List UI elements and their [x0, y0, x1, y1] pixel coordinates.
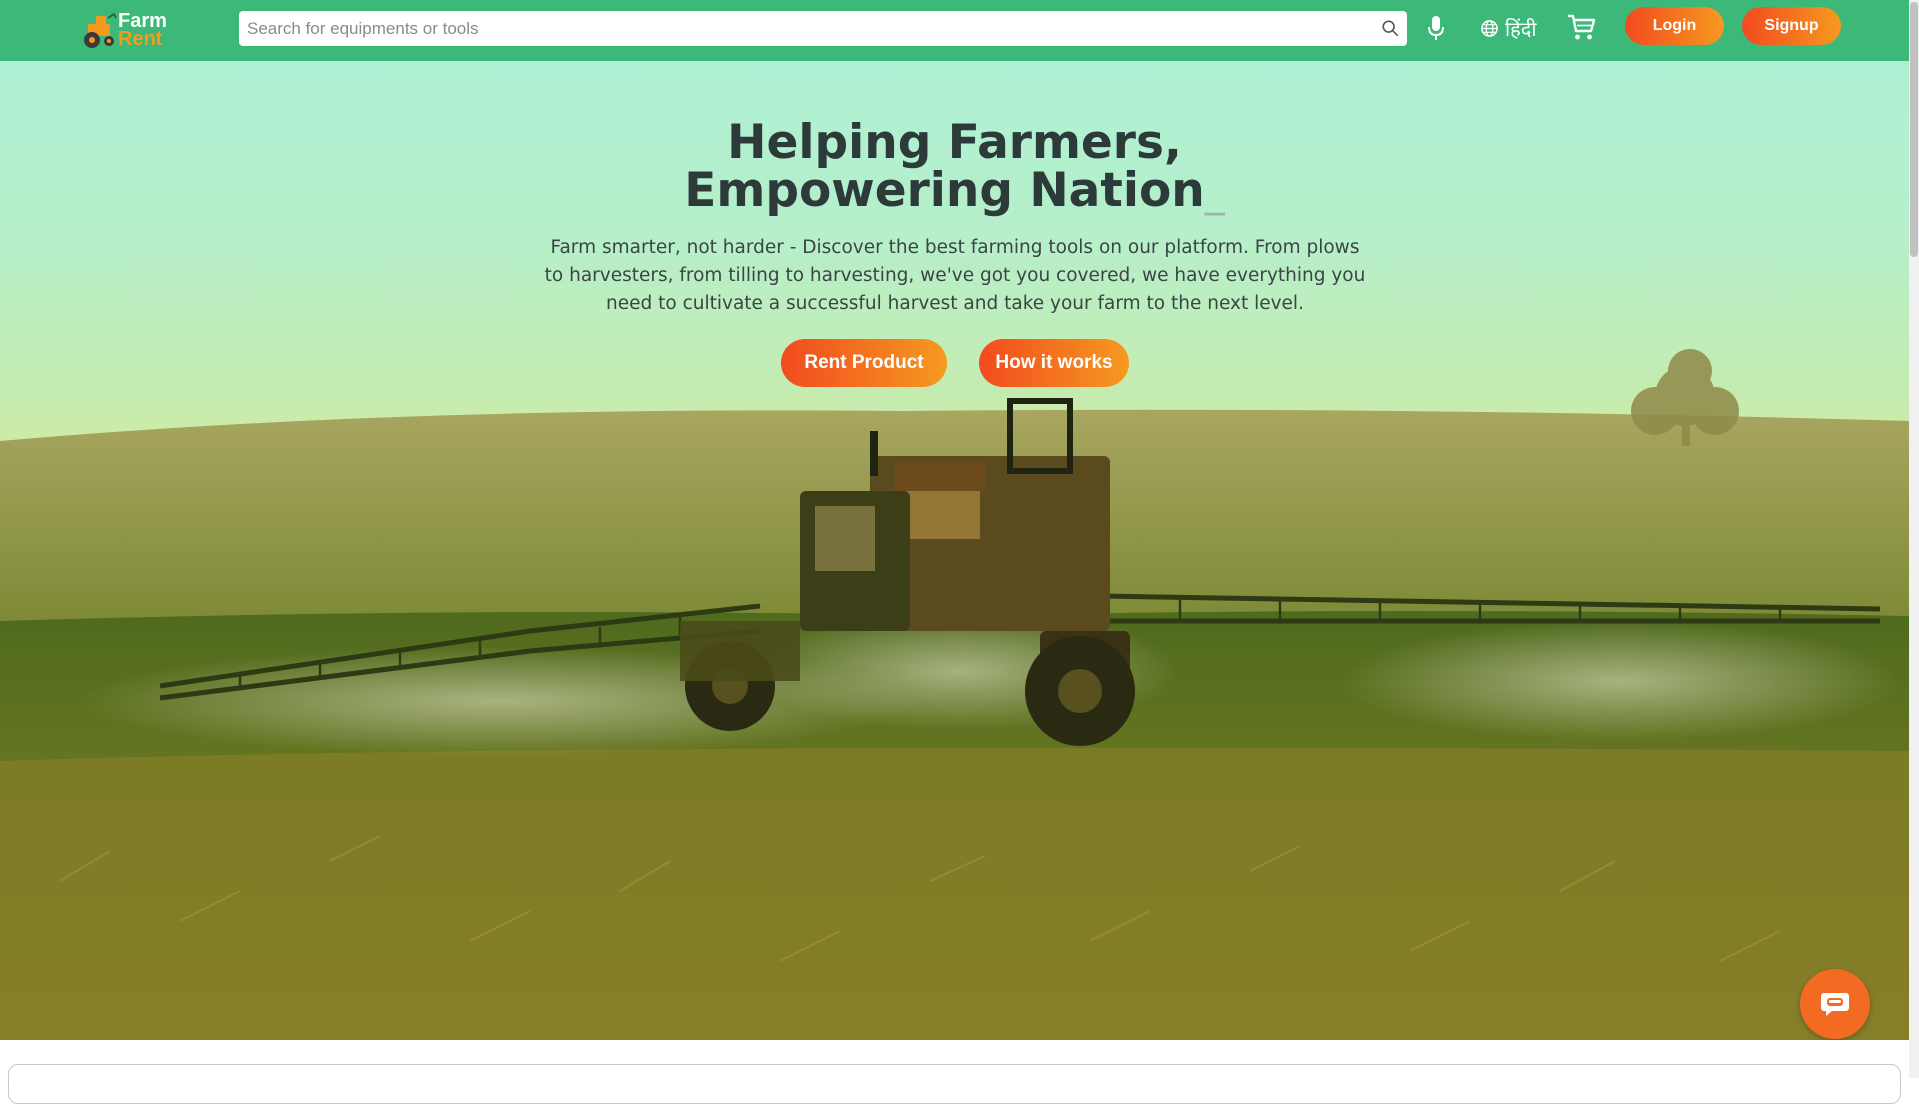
- language-switcher[interactable]: हिंदी: [1480, 14, 1537, 42]
- search-bar: [239, 11, 1407, 46]
- chat-icon: [1821, 993, 1849, 1016]
- search-icon[interactable]: [1381, 19, 1399, 37]
- hero-title: Helping Farmers, Empowering Nation_: [0, 119, 1909, 217]
- hero-title-line2: Empowering Nation: [684, 163, 1205, 218]
- signup-button[interactable]: Signup: [1742, 7, 1841, 45]
- page-scrollbar-thumb[interactable]: [1910, 2, 1918, 257]
- top-navbar: Farm Rent हिंदी Login Signup: [0, 0, 1909, 61]
- how-it-works-button[interactable]: How it works: [979, 339, 1129, 387]
- brand-line2: Rent: [118, 28, 163, 50]
- search-input[interactable]: [239, 12, 1359, 45]
- login-button[interactable]: Login: [1625, 7, 1724, 45]
- typing-cursor: _: [1204, 170, 1225, 216]
- brand-logo[interactable]: Farm Rent: [78, 8, 178, 52]
- content-card: [8, 1064, 1901, 1104]
- cart-icon[interactable]: [1566, 12, 1596, 42]
- language-label: हिंदी: [1505, 16, 1537, 41]
- tractor-icon: [84, 12, 117, 48]
- rent-product-button[interactable]: Rent Product: [781, 339, 947, 387]
- hero-section: Helping Farmers, Empowering Nation_ Farm…: [0, 61, 1909, 1040]
- globe-icon: [1481, 19, 1498, 37]
- microphone-icon[interactable]: [1425, 14, 1447, 42]
- hero-title-line1: Helping Farmers,: [727, 115, 1182, 170]
- brand-name: Farm Rent: [118, 11, 167, 50]
- chat-button[interactable]: [1800, 969, 1870, 1039]
- hero-description: Farm smarter, not harder - Discover the …: [544, 237, 1366, 314]
